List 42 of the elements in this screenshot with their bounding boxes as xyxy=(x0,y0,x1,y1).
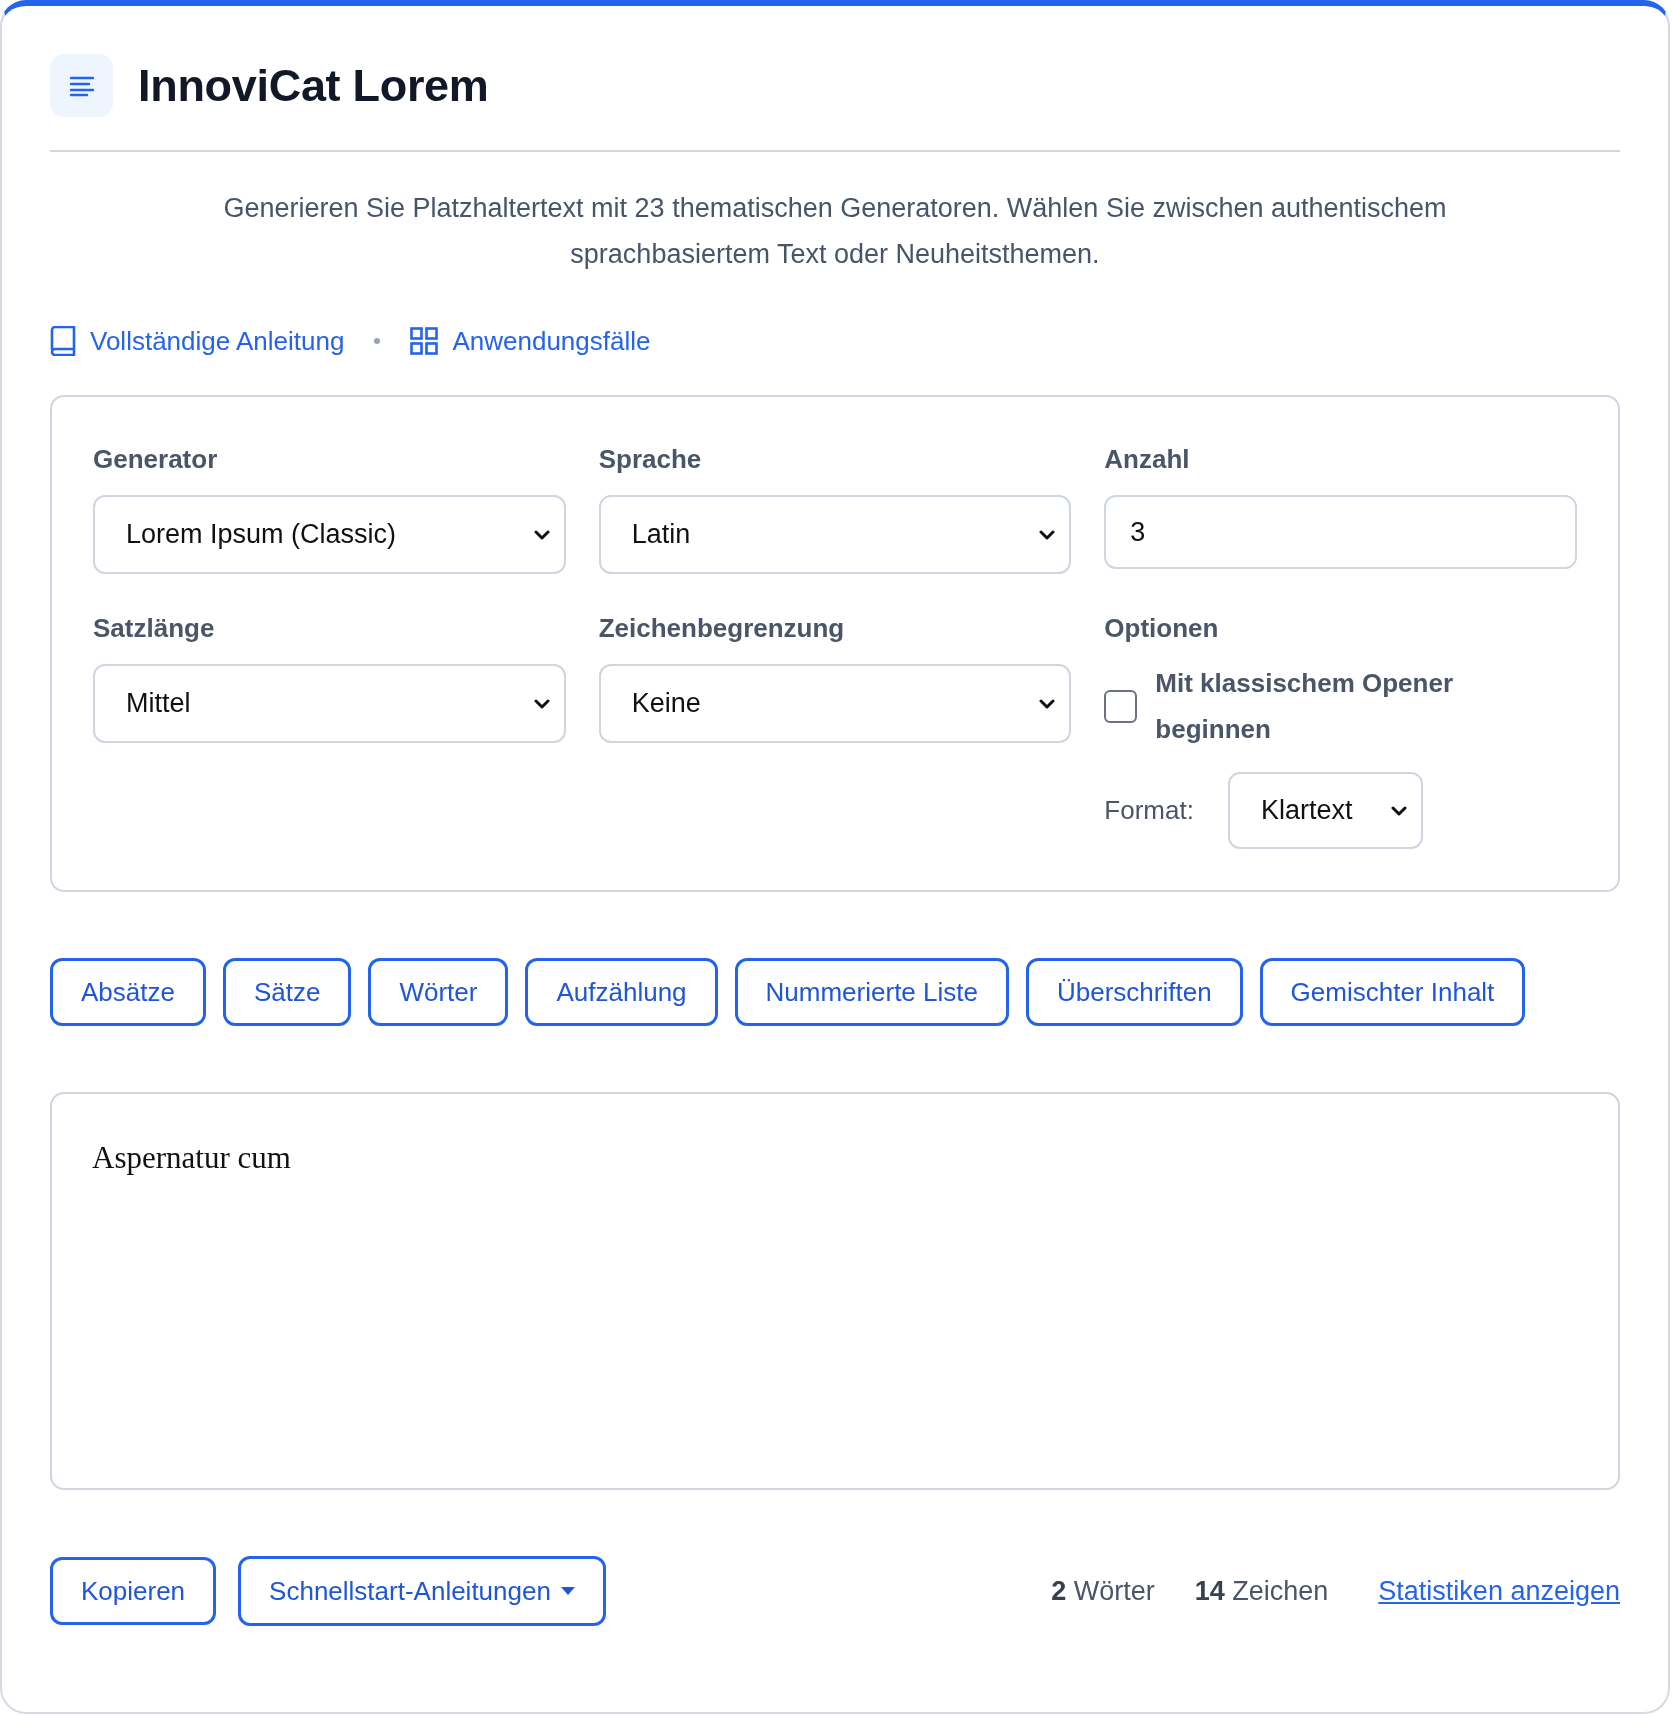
nav-link[interactable]: Anwendungsfälle xyxy=(410,325,651,357)
generate-button[interactable]: Überschriften xyxy=(1025,958,1243,1026)
checkbox[interactable] xyxy=(1104,689,1138,723)
generate-button[interactable]: Aufzählung xyxy=(525,958,718,1026)
stat-text: 2 Wörter xyxy=(1051,1575,1155,1607)
nav-link[interactable]: Vollständige Anleitung xyxy=(50,325,345,357)
separator-dot-icon xyxy=(374,338,381,344)
dropdown-button[interactable]: Schnellstart-Anleitungen xyxy=(238,1556,606,1626)
book-icon xyxy=(50,326,76,356)
field-label: Sprache xyxy=(598,443,702,475)
description-text: Generieren Sie Platzhaltertext mit 23 thematischen Generatoren. Wählen Sie zwischen authentischem sprachbasiertem Text oder Neuheitsthemen. xyxy=(222,192,1448,271)
select-field[interactable]: Klartext xyxy=(1227,772,1423,849)
select-field[interactable]: Mittel xyxy=(93,664,566,743)
chevron-down-icon xyxy=(1039,529,1056,540)
generate-button[interactable]: Wörter xyxy=(368,958,509,1026)
chevron-down-icon xyxy=(1390,805,1407,816)
select-field[interactable]: Keine xyxy=(598,664,1072,743)
field-label: Generator xyxy=(93,443,218,475)
generate-button[interactable]: Nummerierte Liste xyxy=(734,958,1009,1026)
grid-icon xyxy=(410,327,439,355)
copy-button[interactable]: Kopieren xyxy=(50,1557,217,1625)
app-title: InnoviCat Lorem xyxy=(138,60,489,111)
generate-button[interactable]: Absätze xyxy=(50,958,206,1026)
chevron-down-icon xyxy=(1039,698,1056,709)
format-label: Format: xyxy=(1104,795,1194,826)
field-label: Optionen xyxy=(1104,612,1219,644)
number-input[interactable]: 3 xyxy=(1104,495,1577,569)
text-lines-icon xyxy=(50,54,113,117)
chevron-down-icon xyxy=(533,529,550,540)
chevron-down-icon xyxy=(533,698,550,709)
generate-button[interactable]: Sätze xyxy=(222,958,352,1026)
field-label: Zeichenbegrenzung xyxy=(598,612,845,644)
caret-down-icon xyxy=(560,1587,575,1595)
stats-link[interactable]: Statistiken anzeigen xyxy=(1378,1575,1620,1607)
stat-text: 14 Zeichen xyxy=(1194,1575,1329,1607)
output-field[interactable]: Aspernatur cum xyxy=(50,1092,1620,1490)
checkbox-label: Mit klassischem Opener beginnen xyxy=(1155,667,1454,746)
select-field[interactable]: Lorem Ipsum (Classic) xyxy=(93,495,566,574)
generate-button[interactable]: Gemischter Inhalt xyxy=(1259,958,1526,1026)
field-label: Satzlänge xyxy=(93,612,215,644)
field-label: Anzahl xyxy=(1104,443,1190,475)
select-field[interactable]: Latin xyxy=(598,495,1072,574)
